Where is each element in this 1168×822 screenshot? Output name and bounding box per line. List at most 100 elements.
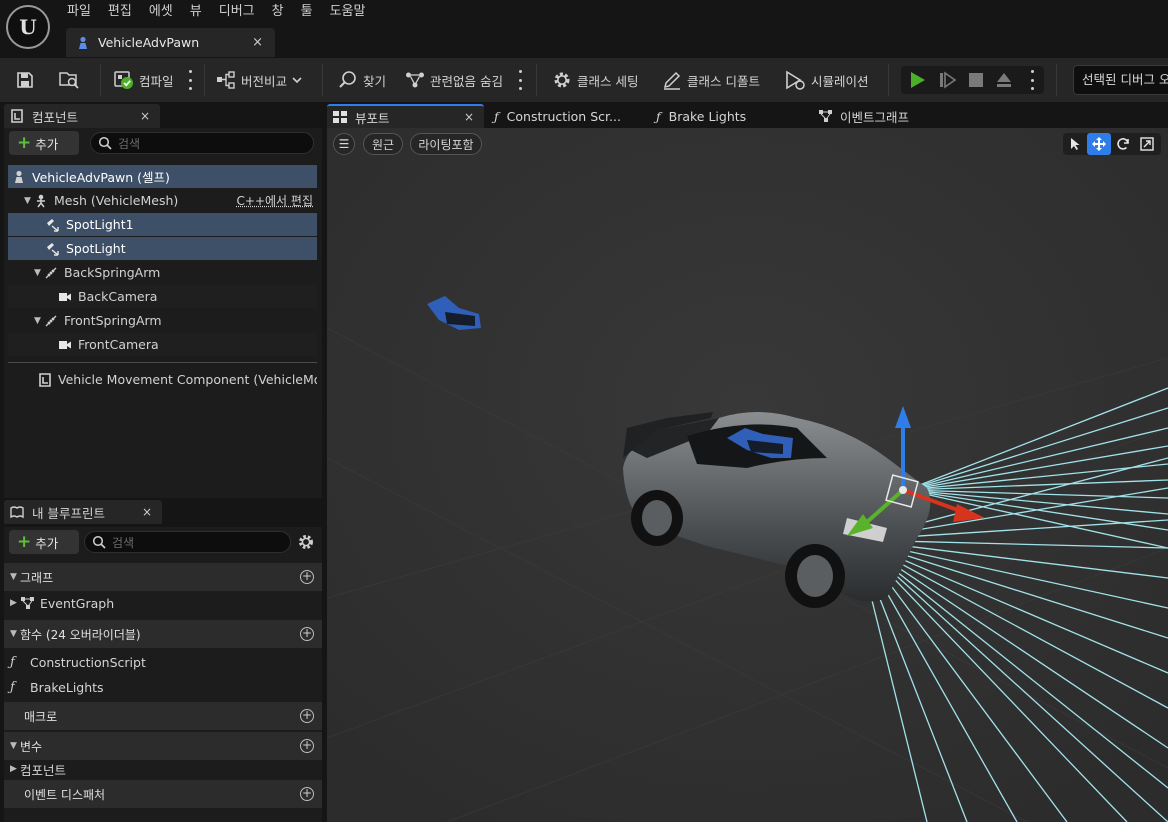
unreal-logo[interactable]: U — [6, 5, 50, 49]
collapse-arrow-icon: ▼ — [10, 741, 17, 751]
section-macros-label: 매크로 — [24, 709, 58, 724]
section-event-dispatchers[interactable]: 이벤트 디스패처 + — [4, 780, 322, 808]
play-button[interactable] — [910, 58, 926, 102]
tree-row-root[interactable]: VehicleAdvPawn (셀프) — [8, 165, 317, 188]
event-graph-icon — [21, 597, 34, 609]
menu-debug[interactable]: 디버그 — [210, 3, 263, 21]
section-functions[interactable]: ▼ 함수 (24 오버라이더블) + — [4, 620, 322, 648]
menu-window[interactable]: 창 — [263, 3, 292, 21]
tab-viewport-close-icon[interactable]: × — [464, 110, 474, 124]
spring-arm-icon — [45, 315, 57, 326]
menu-tools[interactable]: 툴 — [292, 3, 321, 21]
add-component-button[interactable]: + 추가 — [9, 131, 79, 155]
tree-row-vehicle-movement[interactable]: Vehicle Movement Component (VehicleMovem… — [8, 368, 317, 391]
section-variables[interactable]: ▼ 변수 + — [4, 732, 322, 760]
gear-icon[interactable] — [297, 533, 315, 551]
viewport[interactable]: ☰ 원근 라이팅포함 — [327, 128, 1168, 822]
scale-tool-button[interactable] — [1135, 133, 1159, 155]
components-search-input[interactable]: 검색 — [90, 132, 314, 154]
diff-button[interactable]: 버전비교 — [216, 58, 303, 102]
function-item-construction-script[interactable]: ƒ ConstructionScript — [10, 651, 146, 673]
hide-unrelated-options-icon[interactable] — [518, 70, 522, 90]
section-functions-label: 함수 (24 오버라이더블) — [20, 627, 141, 642]
add-graph-icon[interactable]: + — [300, 570, 314, 584]
document-tab-close-icon[interactable]: × — [252, 35, 263, 50]
tree-row-spotlight1[interactable]: SpotLight1 — [8, 213, 317, 236]
hide-unrelated-button[interactable]: 관련없음 숨김 — [405, 58, 503, 102]
add-variable-icon[interactable]: + — [300, 739, 314, 753]
tab-components[interactable]: 컴포넌트 × — [4, 104, 160, 128]
find-label: 찾기 — [363, 73, 387, 89]
tab-event-graph[interactable]: 이벤트그래프 — [810, 104, 970, 128]
viewport-menu-button[interactable]: ☰ — [333, 133, 355, 155]
blueprint-search-placeholder: 검색 — [112, 535, 135, 550]
expand-arrow-icon[interactable]: ▼ — [34, 268, 44, 278]
spotlight-icon — [47, 218, 59, 232]
tab-my-blueprint-close-icon[interactable]: × — [142, 505, 152, 519]
stop-button[interactable] — [969, 58, 983, 102]
eject-button[interactable] — [995, 58, 1013, 102]
document-tab[interactable]: VehicleAdvPawn × — [66, 28, 275, 57]
add-event-dispatcher-icon[interactable]: + — [300, 787, 314, 801]
graph-item-event-graph[interactable]: ▶ EventGraph — [10, 592, 114, 614]
variable-category-components[interactable]: ▶ 컴포넌트 — [10, 758, 66, 780]
tree-row-back-camera[interactable]: BackCamera — [8, 285, 317, 308]
add-function-icon[interactable]: + — [300, 627, 314, 641]
menu-edit[interactable]: 편집 — [99, 3, 140, 21]
tab-brake-lights-label: Brake Lights — [668, 108, 747, 124]
save-button[interactable] — [16, 58, 34, 102]
section-macros[interactable]: 매크로 + — [4, 702, 322, 730]
menu-file[interactable]: 파일 — [58, 3, 99, 21]
perspective-button[interactable]: 원근 — [363, 133, 403, 155]
blueprint-search-input[interactable]: 검색 — [84, 531, 291, 553]
tree-root-label: VehicleAdvPawn (셀프) — [32, 170, 170, 185]
translate-tool-button[interactable] — [1087, 133, 1111, 155]
class-settings-button[interactable]: 클래스 세팅 — [552, 58, 638, 102]
event-graph-icon — [819, 110, 832, 122]
expand-arrow-icon[interactable]: ▶ — [10, 764, 20, 774]
tree-row-spotlight[interactable]: SpotLight — [8, 237, 317, 260]
move-icon — [1092, 137, 1106, 151]
advance-frame-button[interactable] — [939, 58, 957, 102]
browse-button[interactable] — [58, 58, 80, 102]
expand-arrow-icon[interactable]: ▼ — [24, 196, 34, 206]
function-icon: ƒ — [10, 654, 15, 670]
stop-icon — [969, 73, 983, 87]
tree-row-back-spring-arm[interactable]: ▼ BackSpringArm — [8, 261, 317, 284]
tree-row-front-camera[interactable]: FrontCamera — [8, 333, 317, 356]
class-defaults-icon — [663, 71, 681, 90]
tab-components-close-icon[interactable]: × — [140, 109, 150, 123]
menu-asset[interactable]: 에셋 — [140, 3, 181, 21]
find-button[interactable]: 찾기 — [338, 58, 386, 102]
edit-in-cpp-link[interactable]: C++에서 편집 — [237, 192, 313, 209]
tab-viewport[interactable]: 뷰포트 × — [327, 104, 484, 128]
play-options-icon[interactable] — [1030, 70, 1034, 90]
compile-button[interactable]: 컴파일 — [114, 58, 174, 102]
select-tool-button[interactable] — [1063, 133, 1087, 155]
compile-options-icon[interactable] — [188, 70, 192, 90]
class-defaults-button[interactable]: 클래스 디폴트 — [662, 58, 760, 102]
menu-help[interactable]: 도움말 — [321, 3, 374, 21]
function-item-brake-lights[interactable]: ƒ BrakeLights — [10, 676, 104, 698]
section-graphs-label: 그래프 — [20, 570, 54, 585]
tab-my-blueprint[interactable]: 내 블루프린트 × — [4, 500, 162, 524]
section-graphs[interactable]: ▼ 그래프 + — [4, 563, 322, 591]
tab-viewport-label: 뷰포트 — [355, 110, 390, 126]
rotate-tool-button[interactable] — [1111, 133, 1135, 155]
tree-row-mesh[interactable]: ▼ Mesh (VehicleMesh) C++에서 편집 — [8, 189, 317, 212]
browse-icon — [59, 72, 79, 89]
expand-arrow-icon[interactable]: ▼ — [34, 316, 44, 326]
debug-object-select[interactable]: 선택된 디버그 오브젝트 없음 — [1073, 65, 1168, 95]
simulation-button[interactable]: 시뮬레이션 — [784, 58, 869, 102]
tab-construction-script[interactable]: ƒ Construction Scr... — [486, 104, 646, 128]
add-blueprint-item-button[interactable]: + 추가 — [9, 530, 79, 554]
hide-unrelated-label: 관련없음 숨김 — [430, 73, 503, 89]
expand-arrow-icon[interactable]: ▶ — [10, 598, 20, 608]
lit-mode-button[interactable]: 라이팅포함 — [410, 133, 482, 155]
add-macro-icon[interactable]: + — [300, 709, 314, 723]
tab-construction-script-label: Construction Scr... — [506, 108, 621, 124]
tab-brake-lights[interactable]: ƒ Brake Lights — [648, 104, 808, 128]
section-event-dispatchers-label: 이벤트 디스패처 — [24, 787, 106, 802]
tree-row-front-spring-arm[interactable]: ▼ FrontSpringArm — [8, 309, 317, 332]
menu-view[interactable]: 뷰 — [181, 3, 210, 21]
